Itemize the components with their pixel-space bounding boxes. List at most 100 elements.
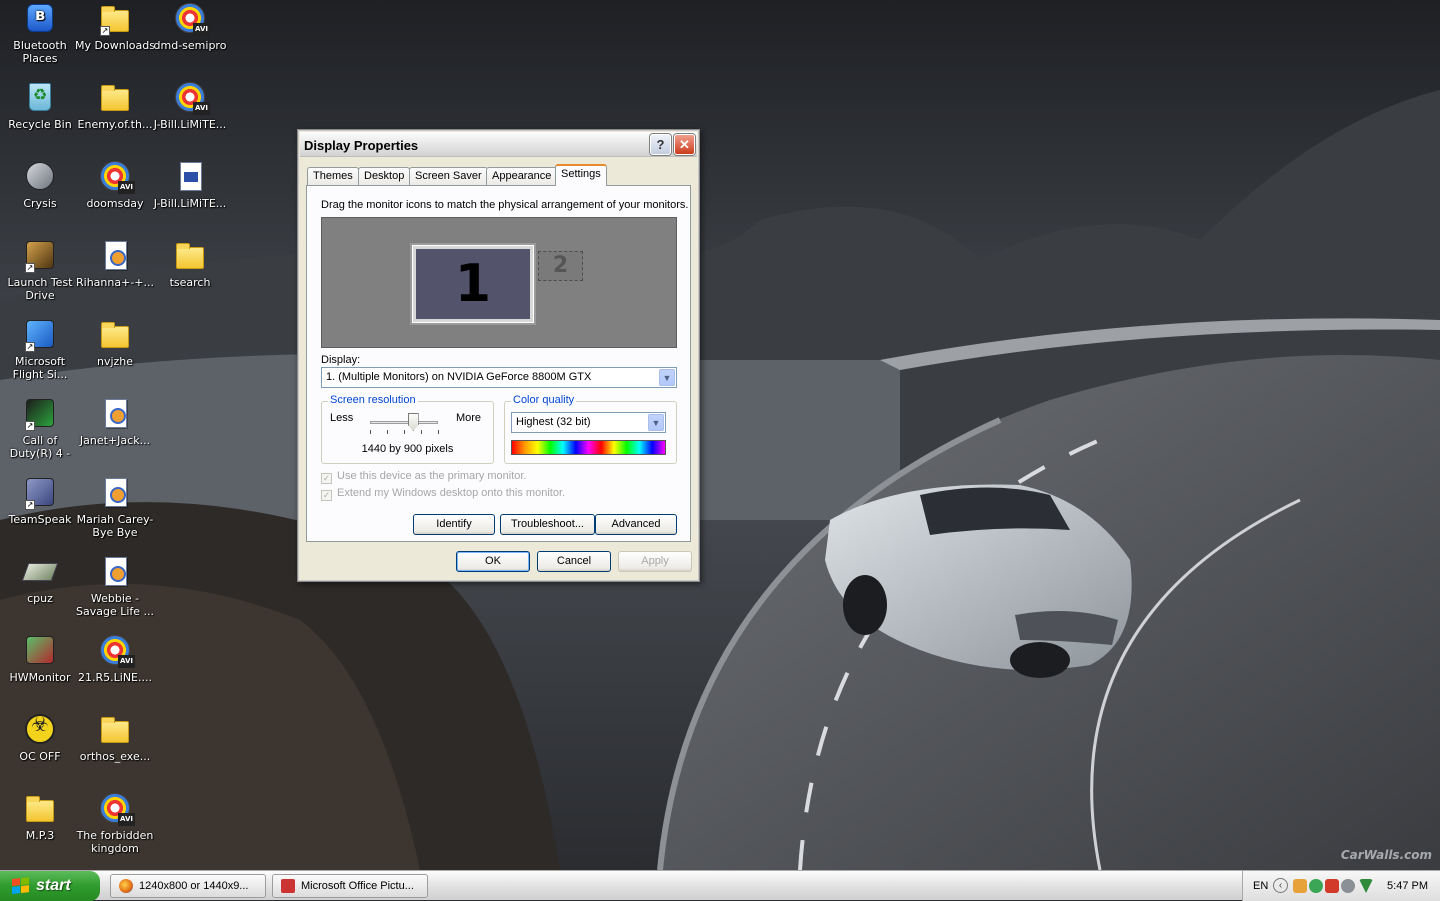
taskbar: start 1240x800 or 1440x9... Microsoft Of…	[0, 870, 1440, 901]
avi-video-icon	[175, 82, 210, 115]
slider-tick	[404, 430, 405, 434]
desktop-icon-webbie[interactable]: Webbie - Savage Life ...	[75, 555, 155, 618]
crysis-icon	[26, 162, 54, 190]
desktop-icon-label: 21.R5.LiNE....	[78, 671, 152, 684]
desktop-icon-label: J-Bill.LiMiTE...	[153, 118, 227, 131]
checkbox-checked-icon: ✓	[321, 473, 332, 484]
desktop-icon-dmd-semipro[interactable]: dmd-semipro	[150, 2, 230, 52]
desktop-icon-oc-off[interactable]: OC OFF	[0, 713, 80, 763]
desktop-icon-label: orthos_exe...	[79, 750, 151, 763]
desktop-icon-label: OC OFF	[19, 750, 61, 763]
troubleshoot-button[interactable]: Troubleshoot...	[500, 514, 595, 535]
desktop-icon-bluetooth-places[interactable]: Bluetooth Places	[0, 2, 80, 65]
extend-desktop-checkbox[interactable]: ✓ Extend my Windows desktop onto this mon…	[321, 487, 565, 501]
desktop-icon-my-downloads[interactable]: ↗ My Downloads	[75, 2, 155, 52]
display-select[interactable]: 1. (Multiple Monitors) on NVIDIA GeForce…	[321, 367, 677, 388]
desktop-icon-rihanna[interactable]: Rihanna+-+...	[75, 239, 155, 289]
desktop-icon-orthos[interactable]: orthos_exe...	[75, 713, 155, 763]
desktop-icon-doomsday[interactable]: doomsday	[75, 160, 155, 210]
monitor-1[interactable]: 1	[412, 245, 534, 323]
windows-logo-icon	[12, 877, 30, 895]
desktop-icon-label: Microsoft Flight Si...	[12, 355, 68, 381]
taskbar-button-firefox[interactable]: 1240x800 or 1440x9...	[110, 874, 266, 898]
chevron-down-icon[interactable]: ▼	[648, 414, 664, 431]
taskbar-button-picture-manager[interactable]: Microsoft Office Pictu...	[272, 874, 428, 898]
desktop-icon-enemy-of-the[interactable]: Enemy.of.th...	[75, 81, 155, 131]
slider-tick	[387, 430, 388, 434]
resolution-slider-thumb[interactable]	[407, 413, 419, 431]
dialog-titlebar[interactable]: Display Properties ? ✕	[300, 132, 697, 157]
desktop-icon-label: Enemy.of.th...	[77, 118, 153, 131]
folder-icon	[26, 796, 54, 822]
monitor-arrangement-area[interactable]: 1 2	[321, 217, 677, 348]
color-quality-select[interactable]: Highest (32 bit) ▼	[511, 412, 666, 433]
tab-appearance[interactable]: Appearance	[486, 167, 558, 185]
desktop-icon-call-of-duty[interactable]: ↗ Call of Duty(R) 4 - Modern ...	[0, 397, 80, 460]
desktop-icon-tsearch[interactable]: tsearch	[150, 239, 230, 289]
desktop-icon-j-bill-video[interactable]: J-Bill.LiMiTE...	[150, 81, 230, 131]
cancel-button[interactable]: Cancel	[537, 551, 611, 572]
cpuz-icon	[21, 563, 59, 581]
advanced-button[interactable]: Advanced	[595, 514, 677, 535]
audio-file-icon	[105, 478, 127, 507]
monitor-2[interactable]: 2	[538, 251, 583, 281]
desktop-icon-teamspeak[interactable]: ↗ TeamSpeak	[0, 476, 80, 526]
tab-screen-saver[interactable]: Screen Saver	[409, 167, 488, 185]
messenger-icon[interactable]	[1309, 879, 1323, 893]
close-icon: ✕	[679, 137, 690, 152]
wireless-icon[interactable]	[1359, 879, 1373, 893]
desktop-icon-nvjzhe[interactable]: nvjzhe	[75, 318, 155, 368]
help-button[interactable]: ?	[650, 134, 671, 155]
primary-monitor-label: Use this device as the primary monitor.	[337, 470, 527, 482]
desktop-icon-mariah-carey[interactable]: Mariah Carey-Bye Bye	[75, 476, 155, 539]
desktop-icon-mp3[interactable]: M.P.3	[0, 792, 80, 842]
less-label: Less	[330, 412, 354, 424]
shortcut-arrow-icon: ↗	[25, 342, 35, 352]
color-quality-legend: Color quality	[511, 394, 577, 406]
system-tray: EN ‹ 5:47 PM	[1242, 871, 1440, 901]
desktop-icon-crysis[interactable]: Crysis	[0, 160, 80, 210]
chevron-down-icon[interactable]: ▼	[659, 369, 675, 386]
antivirus-icon[interactable]	[1325, 879, 1339, 893]
recycle-bin-icon	[29, 83, 51, 111]
desktop-icon-label: Mariah Carey-Bye Bye	[76, 513, 154, 539]
folder-icon	[101, 717, 129, 743]
shortcut-arrow-icon: ↗	[25, 500, 35, 510]
desktop-icon-j-bill-file[interactable]: J-Bill.LiMiTE...	[150, 160, 230, 210]
display-properties-dialog: Display Properties ? ✕ Themes Desktop Sc…	[297, 129, 700, 582]
folder-icon	[101, 85, 129, 111]
desktop-icon-janet-jackson[interactable]: Janet+Jack...	[75, 397, 155, 447]
resolution-value: 1440 by 900 pixels	[361, 443, 454, 455]
resolution-slider-track[interactable]	[370, 421, 438, 424]
apply-button[interactable]: Apply	[618, 551, 692, 572]
start-label: start	[36, 877, 71, 894]
tab-themes[interactable]: Themes	[307, 167, 359, 185]
speaker-icon[interactable]	[1341, 879, 1355, 893]
primary-monitor-checkbox[interactable]: ✓ Use this device as the primary monitor.	[321, 470, 527, 484]
desktop-icon-label: Crysis	[23, 197, 57, 210]
close-button[interactable]: ✕	[674, 134, 695, 155]
tab-settings[interactable]: Settings	[555, 164, 607, 186]
desktop-icon-forbidden-kingdom[interactable]: The forbidden kingdom	[75, 792, 155, 855]
hwmonitor-icon	[26, 636, 54, 664]
dialog-title: Display Properties	[304, 138, 419, 153]
desktop-icon-hwmonitor[interactable]: HWMonitor	[0, 634, 80, 684]
desktop-icon-test-drive-unlimited[interactable]: ↗ Launch Test Drive Unlimited	[0, 239, 80, 302]
tab-desktop[interactable]: Desktop	[358, 167, 411, 185]
desktop-icon-flight-simulator[interactable]: ↗ Microsoft Flight Si...	[0, 318, 80, 381]
desktop-icon-cpuz[interactable]: cpuz	[0, 555, 80, 605]
clock[interactable]: 5:47 PM	[1387, 880, 1428, 892]
tray-expand-icon[interactable]: ‹	[1273, 878, 1288, 893]
folder-icon	[101, 322, 129, 348]
language-indicator[interactable]: EN	[1253, 880, 1268, 892]
color-quality-group: Color quality Highest (32 bit) ▼	[504, 394, 677, 464]
network-icon[interactable]	[1293, 879, 1307, 893]
ok-button[interactable]: OK	[456, 551, 530, 572]
taskbar-button-label: 1240x800 or 1440x9...	[139, 880, 249, 892]
desktop-icon-label: The forbidden kingdom	[76, 829, 154, 855]
slider-tick	[438, 430, 439, 434]
identify-button[interactable]: Identify	[413, 514, 495, 535]
start-button[interactable]: start	[0, 871, 100, 901]
desktop-icon-21-r5-line[interactable]: 21.R5.LiNE....	[75, 634, 155, 684]
desktop-icon-recycle-bin[interactable]: Recycle Bin	[0, 81, 80, 131]
